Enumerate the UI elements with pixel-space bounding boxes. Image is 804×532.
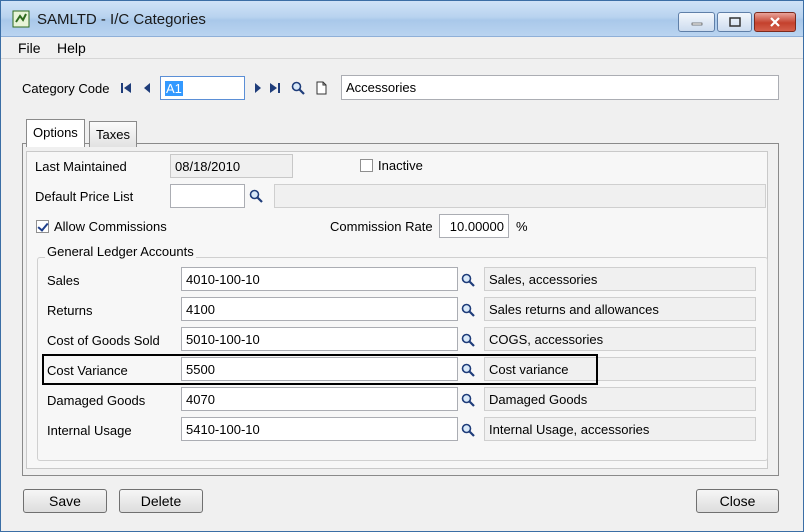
commission-rate-unit: %: [516, 219, 528, 234]
category-code-input[interactable]: A1: [160, 76, 245, 100]
delete-button[interactable]: Delete: [119, 489, 203, 513]
minimize-button[interactable]: [678, 12, 715, 32]
gl-account-input-cogs[interactable]: 5010-100-10: [181, 327, 458, 351]
last-record-icon[interactable]: [269, 81, 281, 95]
search-icon[interactable]: [291, 81, 305, 95]
menu-bar: File Help: [1, 37, 803, 59]
category-description-value: Accessories: [346, 80, 417, 95]
gl-account-input-damaged-goods[interactable]: 4070: [181, 387, 458, 411]
gl-description-returns: Sales returns and allowances: [484, 297, 756, 321]
default-price-list-description: [274, 184, 766, 208]
gl-row-label-damaged-goods: Damaged Goods: [47, 393, 146, 408]
inactive-checkbox[interactable]: [360, 159, 373, 172]
gl-description-internal-usage: Internal Usage, accessories: [484, 417, 756, 441]
last-maintained-value: 08/18/2010: [175, 159, 241, 174]
last-maintained-label: Last Maintained: [35, 159, 127, 174]
maximize-icon: [728, 17, 741, 27]
save-button[interactable]: Save: [23, 489, 107, 513]
tab-taxes[interactable]: Taxes: [89, 121, 137, 147]
gl-row-label-cost-variance: Cost Variance: [47, 363, 128, 378]
gl-damaged-goods-search-icon[interactable]: [461, 393, 475, 407]
gl-cost-variance-search-icon[interactable]: [461, 363, 475, 377]
window-title: SAMLTD - I/C Categories: [37, 11, 206, 28]
commission-rate-value: 10.00000: [449, 219, 504, 234]
gl-accounts-title: General Ledger Accounts: [45, 244, 196, 259]
gl-sales-search-icon[interactable]: [461, 273, 475, 287]
close-icon: [770, 17, 780, 27]
allow-commissions-label: Allow Commissions: [54, 219, 167, 234]
maximize-button[interactable]: [717, 12, 752, 32]
category-code-value: A1: [165, 81, 183, 96]
last-maintained-field: 08/18/2010: [170, 154, 293, 178]
previous-record-icon[interactable]: [141, 81, 153, 95]
title-bar: SAMLTD - I/C Categories: [1, 1, 803, 37]
gl-row-label-returns: Returns: [47, 303, 93, 318]
gl-row-label-sales: Sales: [47, 273, 80, 288]
commission-rate-label: Commission Rate: [330, 219, 433, 234]
gl-row-label-cogs: Cost of Goods Sold: [47, 333, 160, 348]
price-list-search-icon[interactable]: [249, 189, 263, 203]
inactive-label: Inactive: [378, 158, 423, 173]
default-price-list-input[interactable]: [170, 184, 245, 208]
commission-rate-input[interactable]: 10.00000: [439, 214, 509, 238]
tab-options[interactable]: Options: [26, 119, 85, 147]
default-price-list-label: Default Price List: [35, 189, 134, 204]
gl-description-damaged-goods: Damaged Goods: [484, 387, 756, 411]
gl-description-cost-variance: Cost variance: [484, 357, 756, 381]
gl-description-cogs: COGS, accessories: [484, 327, 756, 351]
new-document-icon[interactable]: [314, 81, 328, 95]
first-record-icon[interactable]: [120, 81, 132, 95]
main-window: SAMLTD - I/C Categories File Help Catego…: [0, 0, 804, 532]
close-window-button[interactable]: [754, 12, 796, 32]
gl-account-input-returns[interactable]: 4100: [181, 297, 458, 321]
minimize-icon: [691, 22, 702, 26]
gl-description-sales: Sales, accessories: [484, 267, 756, 291]
gl-account-input-sales[interactable]: 4010-100-10: [181, 267, 458, 291]
menu-file[interactable]: File: [18, 40, 41, 56]
next-record-icon[interactable]: [252, 81, 264, 95]
category-code-label: Category Code: [22, 81, 110, 96]
gl-returns-search-icon[interactable]: [461, 303, 475, 317]
category-description-input[interactable]: Accessories: [341, 75, 779, 100]
gl-account-input-internal-usage[interactable]: 5410-100-10: [181, 417, 458, 441]
close-button[interactable]: Close: [696, 489, 779, 513]
allow-commissions-checkbox[interactable]: [36, 220, 49, 233]
gl-internal-usage-search-icon[interactable]: [461, 423, 475, 437]
app-icon: [12, 10, 30, 28]
gl-cogs-search-icon[interactable]: [461, 333, 475, 347]
menu-help[interactable]: Help: [57, 40, 86, 56]
gl-row-label-internal-usage: Internal Usage: [47, 423, 132, 438]
gl-account-input-cost-variance[interactable]: 5500: [181, 357, 458, 381]
